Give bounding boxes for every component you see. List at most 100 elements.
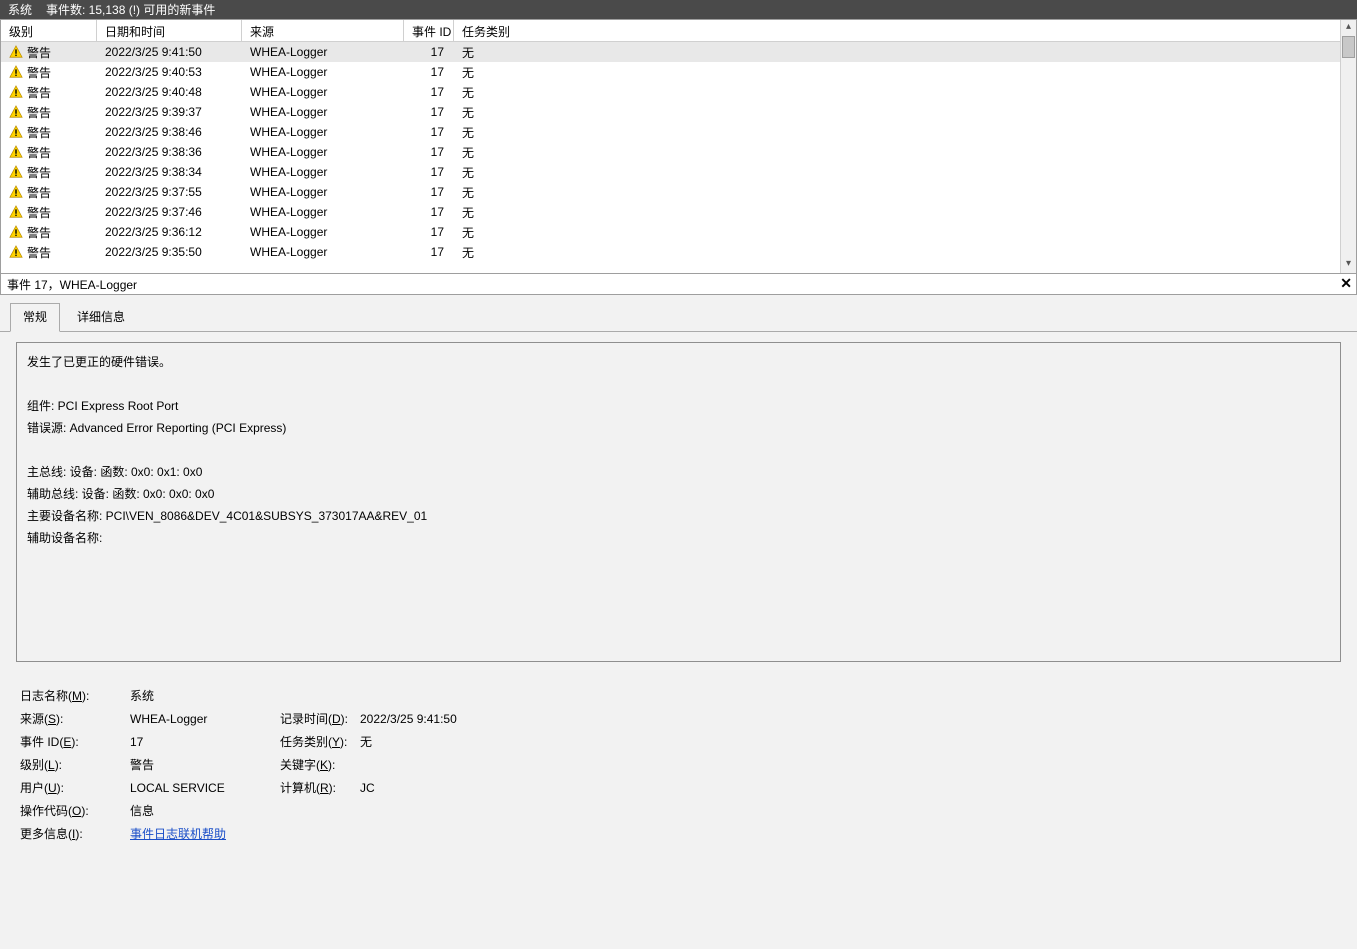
table-row[interactable]: 警告2022/3/25 9:35:50WHEA-Logger17无 [1, 242, 1340, 262]
cell-datetime: 2022/3/25 9:38:46 [97, 125, 242, 139]
title-app: 系统 [8, 1, 32, 18]
cell-category: 无 [454, 244, 514, 261]
warning-icon [9, 125, 23, 139]
cell-level: 警告 [27, 44, 51, 61]
cell-source: WHEA-Logger [242, 125, 404, 139]
cell-datetime: 2022/3/25 9:37:55 [97, 185, 242, 199]
warning-icon [9, 145, 23, 159]
prop-level-value: 警告 [130, 756, 280, 773]
table-row[interactable]: 警告 2022/3/25 9:36:12WHEA-Logger17无 [1, 222, 1340, 242]
table-row[interactable]: 警告2022/3/25 9:38:34WHEA-Logger17无 [1, 162, 1340, 182]
desc-line: 错误源: Advanced Error Reporting (PCI Expre… [27, 417, 1330, 439]
prop-computer-label: 计算机(R): [280, 779, 360, 796]
cell-level: 警告 [27, 64, 51, 81]
tab-general[interactable]: 常规 [10, 303, 60, 332]
cell-source: WHEA-Logger [242, 45, 404, 59]
cell-eventid: 17 [404, 85, 454, 99]
warning-icon [9, 85, 23, 99]
cell-source: WHEA-Logger [242, 165, 404, 179]
cell-eventid: 17 [404, 185, 454, 199]
cell-source: WHEA-Logger [242, 145, 404, 159]
event-grid: 级别 日期和时间 来源 事件 ID 任务类别 警告2022/3/25 9:41:… [0, 19, 1357, 274]
col-eventid[interactable]: 事件 ID [404, 20, 454, 41]
desc-line: 组件: PCI Express Root Port [27, 395, 1330, 417]
prop-taskcat-value: 无 [360, 733, 372, 750]
col-category[interactable]: 任务类别 [454, 20, 514, 41]
prop-eventid-value: 17 [130, 735, 280, 749]
cell-category: 无 [454, 184, 514, 201]
scroll-up-icon[interactable]: ▴ [1341, 20, 1356, 36]
event-log-online-help-link[interactable]: 事件日志联机帮助 [130, 827, 226, 841]
warning-icon [9, 105, 23, 119]
cell-eventid: 17 [404, 225, 454, 239]
col-source[interactable]: 来源 [242, 20, 404, 41]
col-level[interactable]: 级别 [1, 20, 97, 41]
desc-blank [27, 439, 1330, 461]
warning-icon [9, 45, 23, 59]
cell-eventid: 17 [404, 105, 454, 119]
warning-icon [9, 65, 23, 79]
cell-datetime: 2022/3/25 9:38:34 [97, 165, 242, 179]
table-row[interactable]: 警告2022/3/25 9:39:37WHEA-Logger17无 [1, 102, 1340, 122]
warning-icon [9, 245, 23, 259]
cell-eventid: 17 [404, 45, 454, 59]
cell-eventid: 17 [404, 245, 454, 259]
cell-eventid: 17 [404, 125, 454, 139]
cell-category: 无 [454, 164, 514, 181]
detail-pane: 事件 17，WHEA-Logger ✕ 常规 详细信息 发生了已更正的硬件错误。… [0, 274, 1357, 949]
cell-eventid: 17 [404, 205, 454, 219]
warning-icon [9, 225, 23, 239]
cell-category: 无 [454, 224, 514, 241]
table-row[interactable]: 警告 2022/3/25 9:38:46WHEA-Logger17无 [1, 122, 1340, 142]
scroll-down-icon[interactable]: ▾ [1341, 257, 1356, 273]
cell-source: WHEA-Logger [242, 225, 404, 239]
table-row[interactable]: 警告 2022/3/25 9:40:53WHEA-Logger17无 [1, 62, 1340, 82]
cell-level: 警告 [27, 244, 51, 261]
prop-logged-value: 2022/3/25 9:41:50 [360, 712, 457, 726]
table-row[interactable]: 警告2022/3/25 9:37:46WHEA-Logger17无 [1, 202, 1340, 222]
desc-line: 辅助总线: 设备: 函数: 0x0: 0x0: 0x0 [27, 483, 1330, 505]
cell-category: 无 [454, 124, 514, 141]
cell-datetime: 2022/3/25 9:40:53 [97, 65, 242, 79]
cell-datetime: 2022/3/25 9:38:36 [97, 145, 242, 159]
table-row[interactable]: 警告2022/3/25 9:40:48WHEA-Logger17无 [1, 82, 1340, 102]
cell-category: 无 [454, 144, 514, 161]
grid-body: 警告2022/3/25 9:41:50WHEA-Logger17无警告2022/… [1, 42, 1340, 273]
prop-user-value: LOCAL SERVICE [130, 781, 280, 795]
prop-opcode-label: 操作代码(O): [20, 802, 130, 819]
cell-source: WHEA-Logger [242, 185, 404, 199]
warning-icon [9, 185, 23, 199]
cell-level: 警告 [27, 144, 51, 161]
cell-level: 警告 [27, 84, 51, 101]
grid-header: 级别 日期和时间 来源 事件 ID 任务类别 [1, 20, 1340, 42]
cell-datetime: 2022/3/25 9:40:48 [97, 85, 242, 99]
detail-title-bar: 事件 17，WHEA-Logger ✕ [0, 274, 1357, 295]
cell-category: 无 [454, 64, 514, 81]
cell-level: 警告 [27, 124, 51, 141]
cell-eventid: 17 [404, 65, 454, 79]
prop-opcode-value: 信息 [130, 802, 280, 819]
title-bar: 系统 事件数: 15,138 (!) 可用的新事件 [0, 0, 1357, 19]
desc-line: 主总线: 设备: 函数: 0x0: 0x1: 0x0 [27, 461, 1330, 483]
cell-datetime: 2022/3/25 9:36:12 [97, 225, 242, 239]
col-datetime[interactable]: 日期和时间 [97, 20, 242, 41]
tab-details[interactable]: 详细信息 [64, 303, 138, 332]
table-row[interactable]: 警告2022/3/25 9:38:36WHEA-Logger17无 [1, 142, 1340, 162]
cell-source: WHEA-Logger [242, 85, 404, 99]
desc-line: 发生了已更正的硬件错误。 [27, 351, 1330, 373]
table-row[interactable]: 警告2022/3/25 9:41:50WHEA-Logger17无 [1, 42, 1340, 62]
cell-category: 无 [454, 204, 514, 221]
scrollbar-vertical[interactable]: ▴ ▾ [1340, 20, 1356, 273]
cell-source: WHEA-Logger [242, 65, 404, 79]
scroll-thumb[interactable] [1342, 36, 1355, 58]
prop-logname-value: 系统 [130, 687, 280, 704]
close-icon[interactable]: ✕ [1340, 275, 1352, 292]
cell-source: WHEA-Logger [242, 245, 404, 259]
cell-level: 警告 [27, 224, 51, 241]
cell-eventid: 17 [404, 165, 454, 179]
cell-category: 无 [454, 104, 514, 121]
prop-logname-label: 日志名称(M): [20, 687, 130, 704]
cell-datetime: 2022/3/25 9:39:37 [97, 105, 242, 119]
cell-source: WHEA-Logger [242, 205, 404, 219]
table-row[interactable]: 警告2022/3/25 9:37:55WHEA-Logger17无 [1, 182, 1340, 202]
